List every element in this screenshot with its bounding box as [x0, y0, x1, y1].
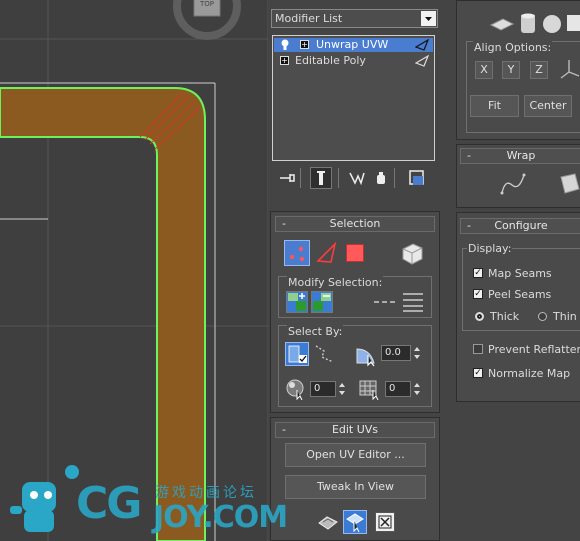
selection-rollout: - Selection Modify Selection: Select By:… [270, 211, 440, 413]
quick-peel-icon[interactable] [317, 511, 339, 533]
center-button[interactable]: Center [524, 95, 572, 117]
normalize-map-checkbox[interactable]: ✓ [473, 368, 483, 378]
configure-modifier-sets-icon[interactable] [408, 169, 426, 187]
wrap-title: Wrap [506, 149, 536, 162]
unfold-strip-icon[interactable] [557, 171, 580, 197]
make-unique-icon[interactable] [348, 170, 366, 186]
remove-modifier-icon[interactable] [374, 170, 388, 186]
stack-toolbar [272, 166, 437, 190]
viewcube-label[interactable]: TOP [196, 0, 218, 8]
thin-label: Thin [553, 310, 577, 323]
show-end-result-button[interactable] [310, 167, 332, 189]
modifier-list-label: Modifier List [275, 12, 343, 25]
edit-uvs-rollout-header[interactable]: - Edit UVs [275, 422, 435, 438]
wrap-rollout-header[interactable]: - Wrap [460, 148, 580, 164]
expand-plus-icon[interactable]: + [280, 56, 289, 65]
align-rollout: Align Options: X Y Z Fit Center [456, 0, 580, 140]
collapse-minus: - [282, 423, 286, 436]
stack-item-editable-poly[interactable]: + Editable Poly [274, 54, 433, 68]
align-x-button[interactable]: X [475, 61, 493, 79]
edge-mode-icon[interactable] [315, 241, 339, 265]
expand-plus-icon[interactable]: + [300, 40, 309, 49]
configure-rollout-header[interactable]: - Configure [460, 218, 580, 234]
modify-selection-label: Modify Selection: [287, 276, 384, 289]
open-uv-editor-button[interactable]: Open UV Editor ... [285, 443, 426, 467]
display-group: Display: ✓ Map Seams ✓ Peel Seams Thick … [462, 242, 580, 331]
wrap-rollout: - Wrap [456, 144, 580, 208]
edit-uvs-rollout: - Edit UVs Open UV Editor ... Tweak In V… [270, 417, 440, 541]
viewport[interactable]: TOP CG [0, 0, 268, 541]
stack-item-label: Unwrap UVW [316, 38, 389, 51]
thin-radio[interactable] [538, 312, 547, 321]
configure-rollout: - Configure Display: ✓ Map Seams ✓ Peel … [456, 212, 580, 402]
edit-uvs-title: Edit UVs [331, 423, 379, 436]
align-y-button[interactable]: Y [502, 61, 520, 79]
edge-ring-icon[interactable] [401, 291, 425, 313]
shrink-selection-button[interactable] [311, 291, 333, 313]
spinner-arrows-icon[interactable] [337, 381, 347, 397]
spline-wrap-icon[interactable] [499, 171, 527, 197]
pin-stack-icon[interactable] [278, 170, 296, 186]
align-options-group: Align Options: X Y Z Fit Center [466, 41, 580, 133]
watermark-cg: CG [76, 478, 142, 529]
element-mode-icon[interactable] [399, 240, 425, 266]
toggle-on-icon[interactable] [415, 39, 429, 51]
reset-uvs-icon[interactable] [375, 512, 395, 532]
watermark-joy-text: JOY.COM [153, 500, 288, 535]
stack-item-label: Editable Poly [295, 54, 366, 67]
align-z-button[interactable]: Z [530, 61, 548, 79]
stack-item-unwrap-uvw[interactable]: + Unwrap UVW [274, 38, 433, 52]
modifier-list-dropdown[interactable]: Modifier List [271, 9, 438, 28]
select-by-group: Select By: 0.0 0 0 [278, 325, 432, 407]
prevent-reflattening-label: Prevent Reflattening [488, 343, 580, 356]
best-align-icon[interactable] [559, 58, 580, 82]
fit-button[interactable]: Fit [470, 95, 519, 117]
modify-selection-group: Modify Selection: [278, 276, 432, 318]
edge-loop-icon[interactable] [373, 297, 397, 307]
vertex-mode-button[interactable] [284, 240, 310, 266]
projection-primitives-icon[interactable] [487, 9, 580, 37]
watermark-cn-text: 游戏动画论坛 [155, 485, 257, 501]
spinner-arrows-icon[interactable] [412, 381, 422, 397]
map-seams-label: Map Seams [488, 267, 552, 280]
display-label: Display: [467, 242, 513, 255]
selection-title: Selection [329, 217, 381, 230]
peel-seams-checkbox[interactable]: ✓ [473, 289, 483, 299]
collapse-minus: - [467, 219, 471, 232]
point-to-point-select-icon[interactable] [314, 343, 336, 365]
smoothing-id-field[interactable]: 0 [310, 381, 336, 397]
modifier-stack-list[interactable]: + Unwrap UVW + Editable Poly [272, 35, 435, 161]
ignore-backfacing-button[interactable] [285, 342, 309, 366]
grow-selection-button[interactable] [286, 291, 308, 313]
collapse-minus: - [467, 149, 471, 162]
planar-angle-icon[interactable] [354, 343, 378, 367]
planar-angle-field[interactable]: 0.0 [381, 345, 411, 361]
polygon-mode-icon[interactable] [346, 244, 364, 262]
peel-seams-label: Peel Seams [488, 288, 552, 301]
toggle-on-icon[interactable] [415, 55, 429, 67]
tweak-in-view-button[interactable]: Tweak In View [285, 475, 426, 499]
tweak-uv-button[interactable] [343, 510, 367, 534]
map-seams-checkbox[interactable]: ✓ [473, 268, 483, 278]
configure-title: Configure [494, 219, 548, 232]
select-by-smoothing-icon[interactable] [285, 378, 307, 400]
thick-radio[interactable] [475, 312, 484, 321]
align-options-label: Align Options: [473, 41, 553, 54]
normalize-map-label: Normalize Map [488, 367, 571, 380]
spinner-arrows-icon[interactable] [412, 345, 422, 361]
collapse-minus: - [282, 217, 286, 230]
prevent-reflattening-checkbox[interactable] [473, 344, 483, 354]
lightbulb-icon[interactable] [280, 39, 290, 51]
chevron-down-icon[interactable] [421, 11, 436, 26]
select-by-label: Select By: [287, 325, 344, 338]
thick-label: Thick [490, 310, 520, 323]
selection-rollout-header[interactable]: - Selection [275, 216, 435, 232]
select-by-material-icon[interactable] [358, 378, 382, 400]
material-id-field[interactable]: 0 [385, 381, 411, 397]
